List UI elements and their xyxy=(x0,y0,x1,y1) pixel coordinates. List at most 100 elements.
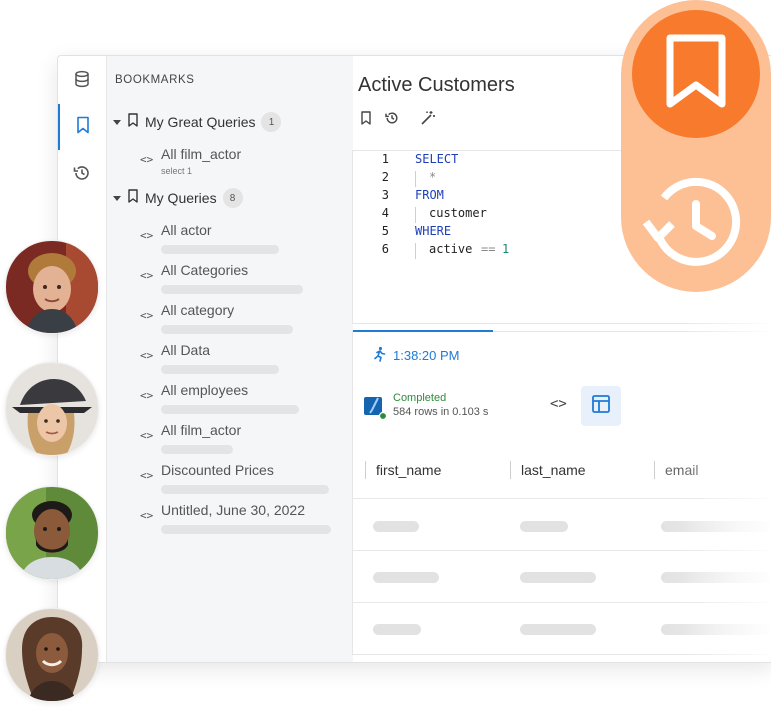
database-icon xyxy=(73,70,91,93)
row-divider xyxy=(353,602,771,603)
query-title: Active Customers xyxy=(358,74,515,96)
run-timestamp[interactable]: 1:38:20 PM xyxy=(393,348,460,363)
history-icon xyxy=(384,110,400,131)
indent-guide xyxy=(415,243,416,259)
column-header[interactable]: last_name xyxy=(510,461,586,479)
code-icon: <> xyxy=(140,509,154,522)
bookmark-item[interactable]: <> All category xyxy=(140,302,352,343)
table-view-toggle[interactable] xyxy=(581,386,621,426)
code-text: * xyxy=(429,170,437,184)
bookmarks-button[interactable] xyxy=(58,104,106,150)
bookmark-preview: select 1 xyxy=(161,166,193,176)
bookmark-item[interactable]: <> Discounted Prices xyxy=(140,462,352,503)
code-number: 1 xyxy=(502,242,510,256)
bookmark-label: All film_actor xyxy=(161,146,242,162)
code-keyword: FROM xyxy=(415,188,444,202)
column-header[interactable]: email xyxy=(654,461,698,479)
count-badge: 1 xyxy=(261,112,282,132)
preview-placeholder xyxy=(161,365,279,374)
line-number: 1 xyxy=(381,152,389,166)
bookmark-item[interactable]: <> All actor xyxy=(140,222,352,263)
history-button[interactable] xyxy=(58,152,106,198)
bookmark-label: All actor xyxy=(161,222,212,238)
cell-placeholder xyxy=(373,624,421,635)
table-icon xyxy=(591,394,611,419)
bookmark-item[interactable]: <> All Categories xyxy=(140,262,352,303)
bookmark-item[interactable]: <> All Data xyxy=(140,342,352,383)
preview-placeholder xyxy=(161,525,331,534)
bookmark-label: Discounted Prices xyxy=(161,462,274,478)
cell-placeholder xyxy=(373,572,439,583)
code-keyword: WHERE xyxy=(415,224,452,238)
code-icon: <> xyxy=(140,309,154,322)
magic-wand-icon xyxy=(419,109,437,132)
code-icon: <> xyxy=(140,153,154,166)
code-icon: <> xyxy=(140,389,154,402)
cell-placeholder xyxy=(373,521,419,532)
line-number: 2 xyxy=(381,170,389,184)
code-view-toggle[interactable]: <> xyxy=(550,396,567,412)
bookmark-item[interactable]: <> All film_actor xyxy=(140,422,352,463)
bookmark-item[interactable]: <> All film_actor select 1 xyxy=(140,146,352,187)
bookmark-label: All category xyxy=(161,302,235,318)
history-icon xyxy=(72,163,92,188)
preview-placeholder xyxy=(161,405,299,414)
bookmark-label: Untitled, June 30, 2022 xyxy=(161,502,305,518)
bookmark-item[interactable]: <> All employees xyxy=(140,382,352,423)
line-number: 3 xyxy=(381,188,389,202)
code-icon: <> xyxy=(140,269,154,282)
avatar xyxy=(5,486,99,580)
bookmark-icon xyxy=(75,116,91,139)
line-number: 5 xyxy=(381,224,389,238)
code-keyword: SELECT xyxy=(415,152,459,166)
code-text: active xyxy=(429,242,473,256)
row-divider xyxy=(353,498,771,499)
code-operator: == xyxy=(481,242,496,256)
cell-placeholder xyxy=(661,624,771,635)
cell-placeholder xyxy=(520,521,568,532)
query-history-button[interactable] xyxy=(382,110,402,130)
result-tab-indicator xyxy=(353,330,493,332)
group-my-great-queries[interactable]: My Great Queries 1 xyxy=(113,109,282,135)
bookmark-label: All employees xyxy=(161,382,249,398)
preview-placeholder xyxy=(161,445,233,454)
cell-placeholder xyxy=(661,572,771,583)
bookmark-query-button[interactable] xyxy=(356,110,376,130)
bookmark-item[interactable]: <> Untitled, June 30, 2022 xyxy=(140,502,352,543)
count-badge: 8 xyxy=(222,188,243,208)
bookmark-icon xyxy=(127,188,139,208)
tab-divider xyxy=(493,331,771,332)
cell-placeholder xyxy=(520,624,596,635)
code-icon: <> xyxy=(140,469,154,482)
group-label: My Great Queries xyxy=(145,114,256,130)
code-text: customer xyxy=(429,206,487,220)
row-divider xyxy=(353,550,771,551)
preview-placeholder xyxy=(161,245,279,254)
bookmark-label: All film_actor xyxy=(161,422,242,438)
bookmark-icon xyxy=(360,110,372,130)
cell-placeholder xyxy=(661,521,771,532)
avatar xyxy=(5,608,99,702)
database-button[interactable] xyxy=(58,58,106,104)
bookmark-icon xyxy=(127,112,139,132)
code-icon: <> xyxy=(140,429,154,442)
bookmark-feature-circle xyxy=(632,10,760,138)
group-my-queries[interactable]: My Queries 8 xyxy=(113,185,243,211)
history-icon xyxy=(638,168,750,285)
bookmark-icon xyxy=(664,33,728,116)
format-query-button[interactable] xyxy=(418,110,438,130)
line-number: 4 xyxy=(381,206,389,220)
preview-placeholder xyxy=(161,325,293,334)
results-panel: 1:38:20 PM Completed 584 rows in 0.103 s… xyxy=(352,330,771,655)
avatar xyxy=(5,362,99,456)
caret-down-icon xyxy=(113,119,121,125)
bookmarks-panel: BOOKMARKS My Great Queries 1 <> All film… xyxy=(107,56,353,662)
cell-placeholder xyxy=(520,572,596,583)
row-count: 584 rows in 0.103 s xyxy=(393,406,489,418)
group-label: My Queries xyxy=(145,190,217,206)
code-icon: <> xyxy=(140,229,154,242)
avatar xyxy=(5,240,99,334)
run-status: Completed xyxy=(393,392,447,404)
column-header[interactable]: first_name xyxy=(365,461,441,479)
bookmark-label: All Data xyxy=(161,342,211,358)
